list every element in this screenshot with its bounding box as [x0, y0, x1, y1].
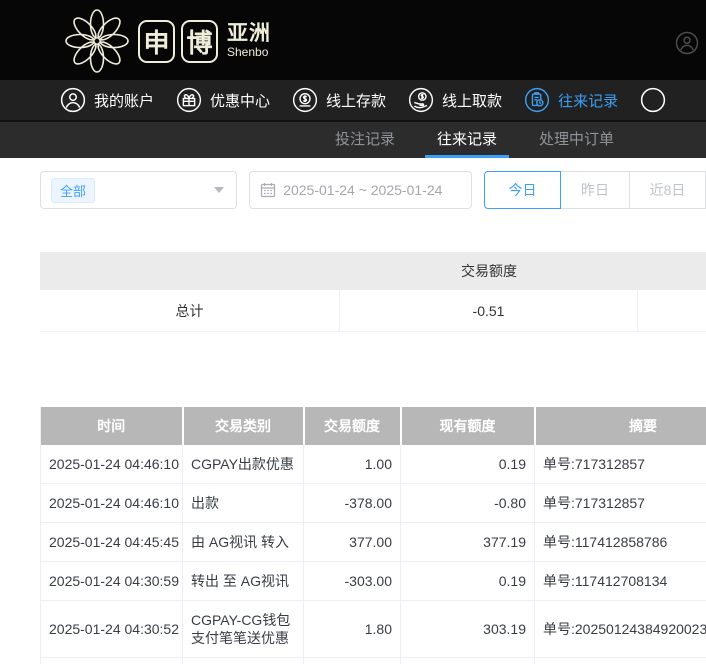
cell-amount: -378.00 — [303, 483, 401, 523]
main-nav: 我的账户 优惠中心 线上存款 线上取款 往来记录 — [0, 80, 706, 120]
date-range-input[interactable]: 2025-01-24 ~ 2025-01-24 — [249, 171, 472, 209]
cell-note: 单号:202501243849200238 — [534, 600, 706, 658]
cell-amount: 300.00 — [303, 657, 401, 664]
cell-amount: 1.80 — [303, 600, 401, 658]
col-header-note: 摘要 — [534, 407, 706, 445]
nav-item-withdraw[interactable]: 线上取款 — [408, 87, 502, 113]
table-row: 2025-01-24 04:45:45 由 AG视讯 转入 377.00 377… — [40, 522, 706, 562]
cell-type: CGPAY支付 — [182, 657, 304, 664]
withdraw-icon — [408, 87, 434, 113]
transactions-table: 时间 交易类别 交易额度 现有额度 摘要 2025-01-24 04:46:10… — [40, 407, 706, 664]
cell-balance: 303.19 — [400, 600, 535, 658]
nav-item-records[interactable]: 往来记录 — [524, 87, 618, 113]
col-header-time: 时间 — [40, 407, 184, 445]
summary-total-value: -0.51 — [340, 290, 638, 331]
table-row: 2025-01-24 04:46:10 CGPAY出款优惠 1.00 0.19 … — [40, 445, 706, 484]
cell-type: 由 AG视讯 转入 — [182, 522, 304, 562]
nav-label: 线上存款 — [326, 92, 387, 110]
cell-note: 单号:117412708134 — [534, 561, 706, 601]
summary-total-label: 总计 — [40, 290, 340, 331]
table-row: 2025-01-24 04:30:59 转出 至 AG视讯 -303.00 0.… — [40, 561, 706, 601]
nav-item-promotions[interactable]: 优惠中心 — [176, 87, 270, 113]
cell-time: 2025-01-24 04:46:10 — [40, 483, 183, 523]
date-range-value: 2025-01-24 ~ 2025-01-24 — [283, 182, 443, 198]
page: 申 博 亚洲 Shenbo 我的账户 优惠中心 线上存款 线上取款 往来记录 投… — [0, 0, 706, 664]
nav-item-deposit[interactable]: 线上存款 — [292, 87, 386, 113]
site-header: 申 博 亚洲 Shenbo — [0, 0, 706, 80]
tab-transaction-records[interactable]: 往来记录 — [424, 122, 509, 158]
cell-note: 单号:717312857 — [534, 483, 706, 523]
tab-bet-records[interactable]: 投注记录 — [323, 122, 407, 158]
tab-pending-orders[interactable]: 处理中订单 — [527, 122, 626, 158]
table-header-row: 时间 交易类别 交易额度 现有额度 摘要 — [40, 407, 706, 445]
cell-time: 2025-01-24 04:30:52 — [40, 657, 183, 664]
cell-type: CGPAY出款优惠 — [182, 445, 304, 484]
cell-type: 出款 — [182, 483, 304, 523]
nav-label: 优惠中心 — [210, 92, 271, 110]
user-icon — [60, 87, 86, 113]
cell-time: 2025-01-24 04:30:52 — [40, 600, 183, 658]
col-header-amount: 交易额度 — [303, 407, 402, 445]
today-button[interactable]: 今日 — [484, 171, 561, 209]
flower-logo-icon — [65, 9, 129, 73]
cell-note: 单号:717312857 — [534, 445, 706, 484]
records-icon — [524, 87, 550, 113]
cell-balance: 301.39 — [400, 657, 535, 664]
last-8-days-button[interactable]: 近8日 — [629, 171, 706, 209]
deposit-icon — [292, 87, 318, 113]
sub-nav: 投注记录 往来记录 处理中订单 — [0, 120, 706, 158]
summary-total-row: 总计 -0.51 — [40, 290, 706, 332]
cell-type: 转出 至 AG视讯 — [182, 561, 304, 601]
logo-subtitle: Shenbo — [227, 45, 269, 59]
summary-amount-header: 交易额度 — [461, 263, 517, 279]
nav-label: 往来记录 — [558, 92, 619, 110]
table-row: 2025-01-24 04:30:52 CGPAY-CG钱包支付笔笔送优惠 1.… — [40, 600, 706, 658]
logo-region: 亚洲 — [227, 22, 271, 45]
selected-type-tag: 全部 — [51, 177, 96, 203]
cell-amount: 377.00 — [303, 522, 401, 562]
cell-balance: 0.19 — [400, 445, 535, 484]
cell-balance: 377.19 — [400, 522, 535, 562]
logo-char-shen: 申 — [138, 19, 175, 63]
table-row: 2025-01-24 04:30:52 CGPAY支付 300.00 301.3… — [40, 657, 706, 664]
yesterday-button[interactable]: 昨日 — [560, 171, 630, 209]
summary-header-row: 交易额度 — [40, 252, 706, 290]
partial-nav-icon — [640, 87, 666, 113]
summary-table: 交易额度 总计 -0.51 — [40, 252, 706, 332]
gift-icon — [176, 87, 202, 113]
cell-balance: -0.80 — [400, 483, 535, 523]
cell-balance: 0.19 — [400, 561, 535, 601]
transactions-section: 时间 交易类别 交易额度 现有额度 摘要 2025-01-24 04:46:10… — [40, 407, 706, 664]
cell-amount: 1.00 — [303, 445, 401, 484]
filter-bar: 全部 2025-01-24 ~ 2025-01-24 今日 昨日 近8日 — [40, 171, 706, 209]
table-row: 2025-01-24 04:46:10 出款 -378.00 -0.80 单号:… — [40, 483, 706, 523]
calendar-icon — [261, 183, 276, 198]
site-logo[interactable]: 申 博 亚洲 Shenbo — [62, 6, 271, 76]
avatar-icon[interactable] — [675, 31, 699, 55]
cell-time: 2025-01-24 04:45:45 — [40, 522, 183, 562]
chevron-down-icon — [214, 187, 225, 193]
type-select[interactable]: 全部 — [40, 171, 238, 209]
col-header-type: 交易类别 — [182, 407, 305, 445]
cell-note: 单号:202501243849200238 — [534, 657, 706, 664]
nav-label: 我的账户 — [94, 92, 155, 110]
cell-time: 2025-01-24 04:46:10 — [40, 445, 183, 484]
nav-label: 线上取款 — [442, 92, 503, 110]
col-header-balance: 现有额度 — [400, 407, 536, 445]
quick-date-button-group: 今日 昨日 近8日 — [484, 171, 706, 209]
logo-char-bo: 博 — [181, 19, 218, 63]
cell-time: 2025-01-24 04:30:59 — [40, 561, 183, 601]
cell-note: 单号:117412858786 — [534, 522, 706, 562]
cell-amount: -303.00 — [303, 561, 401, 601]
nav-item-my-account[interactable]: 我的账户 — [60, 87, 154, 113]
nav-item-partial[interactable] — [640, 87, 666, 113]
cell-type: CGPAY-CG钱包支付笔笔送优惠 — [182, 600, 304, 658]
